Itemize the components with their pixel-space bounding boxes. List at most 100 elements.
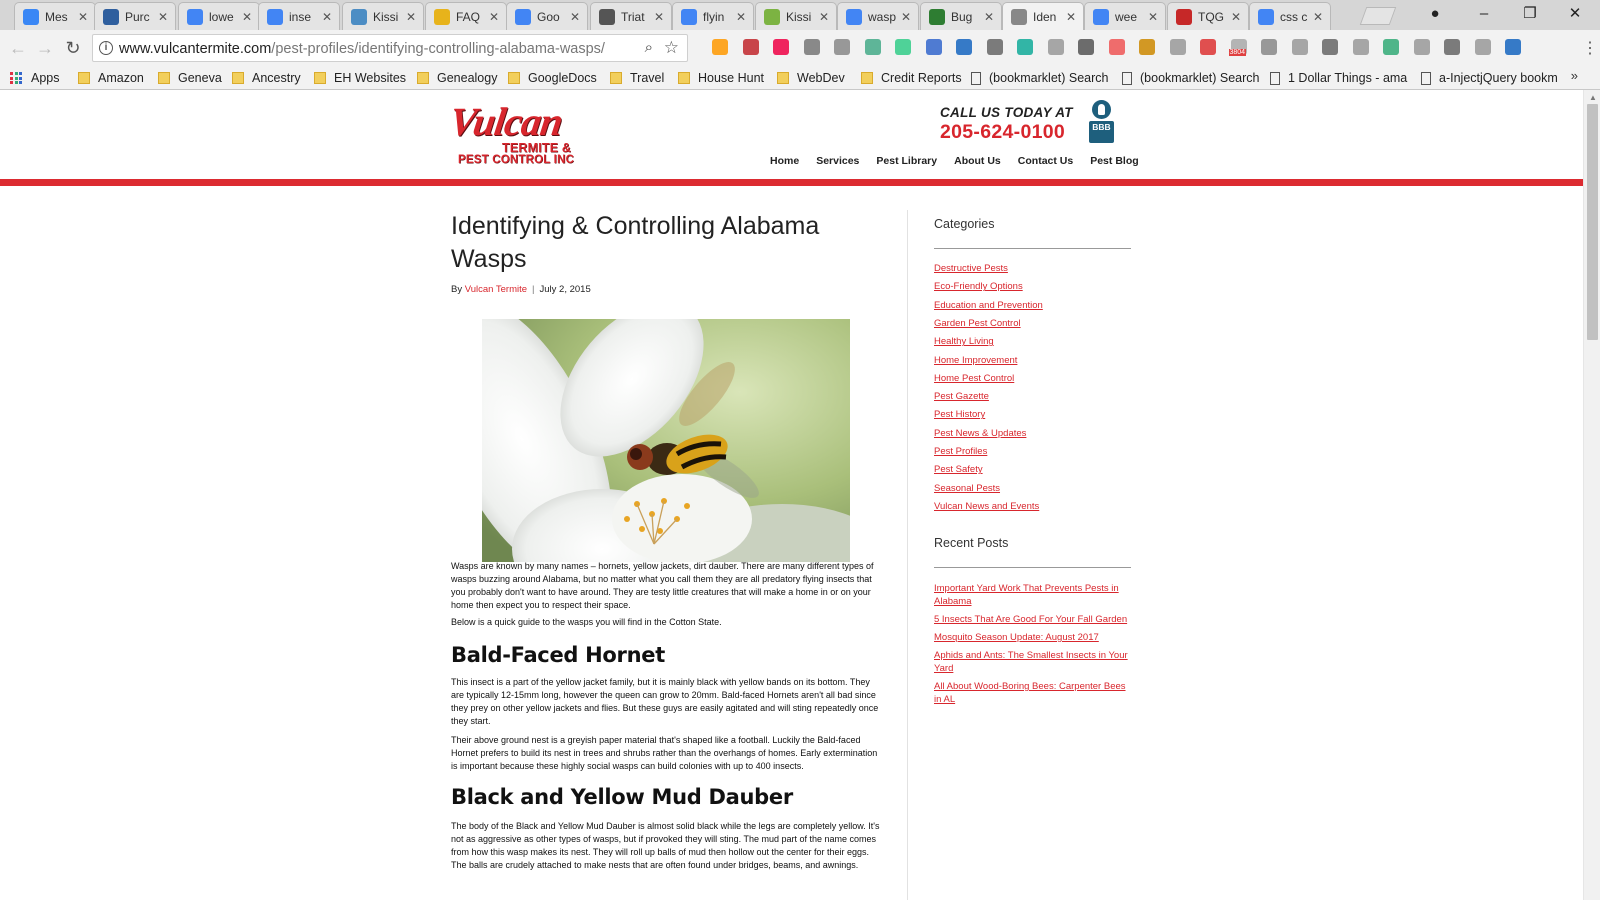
gmail-icon[interactable]: 3804 <box>1228 39 1247 56</box>
palette-icon[interactable] <box>1383 39 1399 55</box>
bookmark-page[interactable]: a-InjectjQuery bookm <box>1421 68 1558 88</box>
category-link[interactable]: Pest History <box>934 409 985 420</box>
category-link[interactable]: Seasonal Pests <box>934 483 1000 494</box>
tools-icon[interactable] <box>1047 39 1064 55</box>
more-bookmarks-icon[interactable]: » <box>1571 68 1578 83</box>
address-bar[interactable]: i www.vulcantermite.com/pest-profiles/id… <box>92 34 688 62</box>
scrollbar-thumb[interactable] <box>1587 104 1598 340</box>
extension-icon[interactable] <box>864 39 881 55</box>
category-link[interactable]: Vulcan News and Events <box>934 501 1039 512</box>
bookmark-folder[interactable]: Credit Reports <box>861 68 962 88</box>
forward-button[interactable]: → <box>35 38 55 58</box>
tag-icon[interactable] <box>1413 39 1430 55</box>
bookmark-apps[interactable]: Apps <box>10 68 60 88</box>
browser-tab[interactable]: lowe ✕ <box>178 2 260 30</box>
close-tab-icon[interactable]: ✕ <box>1312 10 1324 24</box>
category-link[interactable]: Education and Prevention <box>934 300 1043 311</box>
browser-tab[interactable]: css c ✕ <box>1249 2 1331 30</box>
browser-tab[interactable]: Iden ✕ <box>1002 2 1084 30</box>
close-tab-icon[interactable]: ✕ <box>488 10 500 24</box>
recent-post-link[interactable]: Aphids and Ants: The Smallest Insects in… <box>934 649 1132 675</box>
browser-tab[interactable]: inse ✕ <box>258 2 340 30</box>
bookmark-page[interactable]: 1 Dollar Things - ama <box>1270 68 1407 88</box>
browser-menu-icon[interactable]: ⋮ <box>1582 38 1598 58</box>
bookmark-folder[interactable]: GoogleDocs <box>508 68 597 88</box>
browser-tab[interactable]: wasp ✕ <box>837 2 919 30</box>
scroll-up-icon[interactable]: ▲ <box>1589 93 1597 102</box>
recent-post-link[interactable]: All About Wood-Boring Bees: Carpenter Be… <box>934 680 1132 706</box>
ruler-icon[interactable] <box>1169 39 1186 55</box>
close-tab-icon[interactable]: ✕ <box>1065 10 1077 24</box>
minimize-button[interactable]: – <box>1474 4 1494 24</box>
nav-item-pest-library[interactable]: Pest Library <box>876 155 937 167</box>
nav-item-contact-us[interactable]: Contact Us <box>1018 155 1073 167</box>
settings-icon[interactable] <box>956 39 972 55</box>
site-info-icon[interactable]: i <box>99 41 113 55</box>
nav-item-about-us[interactable]: About Us <box>954 155 1001 167</box>
close-tab-icon[interactable]: ✕ <box>241 10 253 24</box>
browser-tab[interactable]: Purc ✕ <box>94 2 176 30</box>
bookmark-folder[interactable]: EH Websites <box>314 68 406 88</box>
category-link[interactable]: Healthy Living <box>934 336 994 347</box>
nav-item-pest-blog[interactable]: Pest Blog <box>1090 155 1138 167</box>
category-link[interactable]: Pest Profiles <box>934 446 987 457</box>
bookmark-folder[interactable]: Genealogy <box>417 68 497 88</box>
recent-post-link[interactable]: 5 Insects That Are Good For Your Fall Ga… <box>934 613 1132 626</box>
reload-button[interactable]: ↻ <box>63 38 83 58</box>
browser-tab[interactable]: Kissi ✕ <box>342 2 424 30</box>
bookmark-folder[interactable]: House Hunt <box>678 68 764 88</box>
close-tab-icon[interactable]: ✕ <box>157 10 169 24</box>
bookmark-icon[interactable] <box>1505 39 1521 55</box>
browser-tab[interactable]: Mes ✕ <box>14 2 96 30</box>
s-icon[interactable] <box>1444 39 1460 55</box>
recent-post-link[interactable]: Important Yard Work That Prevents Pests … <box>934 582 1132 608</box>
pocket-icon[interactable] <box>773 39 789 55</box>
frame-icon[interactable] <box>1017 39 1033 55</box>
pinterest-icon[interactable] <box>1078 39 1094 55</box>
url-text[interactable]: www.vulcantermite.com/pest-profiles/iden… <box>119 41 605 57</box>
bookmark-folder[interactable]: Ancestry <box>232 68 301 88</box>
bookmark-page[interactable]: (bookmarklet) Search <box>1122 68 1260 88</box>
category-link[interactable]: Pest Gazette <box>934 391 989 402</box>
close-tab-icon[interactable]: ✕ <box>983 10 995 24</box>
vpn-icon[interactable] <box>925 39 942 55</box>
close-window-button[interactable]: ✕ <box>1565 4 1585 24</box>
category-link[interactable]: Home Pest Control <box>934 373 1014 384</box>
recent-post-link[interactable]: Mosquito Season Update: August 2017 <box>934 631 1132 644</box>
layout-icon[interactable] <box>1200 39 1216 55</box>
bookmark-folder[interactable]: WebDev <box>777 68 845 88</box>
search-icon[interactable]: ⌕ <box>645 39 653 56</box>
close-tab-icon[interactable]: ✕ <box>405 10 417 24</box>
close-tab-icon[interactable]: ✕ <box>1230 10 1242 24</box>
grammarly-icon[interactable] <box>986 39 1003 55</box>
browser-tab[interactable]: TQG ✕ <box>1167 2 1249 30</box>
vulcan-logo[interactable]: Vulcan TERMITE & PEST CONTROL INC <box>447 99 588 166</box>
browser-tab[interactable]: Goo ✕ <box>506 2 588 30</box>
page-scrollbar[interactable]: ▲ <box>1583 90 1600 900</box>
puzzle-icon[interactable] <box>834 39 850 55</box>
shield-icon[interactable] <box>1474 39 1491 55</box>
capture-icon[interactable] <box>1108 39 1125 55</box>
browser-tab[interactable]: Bug ✕ <box>920 2 1002 30</box>
category-link[interactable]: Pest News & Updates <box>934 428 1026 439</box>
bookmark-folder[interactable]: Travel <box>610 68 664 88</box>
category-link[interactable]: Destructive Pests <box>934 263 1008 274</box>
close-tab-icon[interactable]: ✕ <box>900 10 912 24</box>
back-button[interactable]: ← <box>8 38 28 58</box>
close-tab-icon[interactable]: ✕ <box>77 10 89 24</box>
pdf-icon[interactable] <box>742 39 759 55</box>
window-icon[interactable] <box>1261 39 1277 55</box>
amazon-icon[interactable] <box>712 39 728 55</box>
cross-icon[interactable] <box>1291 39 1308 55</box>
category-link[interactable]: Home Improvement <box>934 355 1017 366</box>
c-icon[interactable] <box>1322 39 1338 55</box>
category-link[interactable]: Garden Pest Control <box>934 318 1021 329</box>
bookmark-star-icon[interactable]: ☆ <box>664 38 679 58</box>
close-tab-icon[interactable]: ✕ <box>653 10 665 24</box>
browser-tab[interactable]: wee ✕ <box>1084 2 1166 30</box>
signal-icon[interactable] <box>895 39 911 55</box>
author-link[interactable]: Vulcan Termite <box>465 284 527 295</box>
browser-tab[interactable]: Triat ✕ <box>590 2 672 30</box>
restore-button[interactable]: ❐ <box>1520 4 1540 24</box>
panel-icon[interactable] <box>1352 39 1369 55</box>
